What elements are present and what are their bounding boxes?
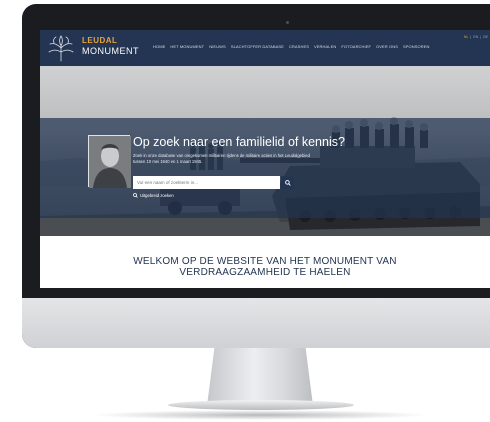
main-nav: HOME HET MONUMENT NIEUWS SLACHTOFFER DAT… xyxy=(153,44,429,49)
lang-de[interactable]: DE xyxy=(483,35,488,39)
lang-sep-1: | xyxy=(470,35,472,39)
nav-item-slachtoffer-database[interactable]: SLACHTOFFER DATABASE xyxy=(231,44,284,49)
language-switcher: NL | EN | DE xyxy=(464,35,488,39)
nav-item-nieuws[interactable]: NIEUWS xyxy=(209,44,226,49)
logo-line-2: MONUMENT xyxy=(82,46,139,56)
nav-item-over-ons[interactable]: OVER ONS xyxy=(376,44,398,49)
monitor-shadow xyxy=(90,410,430,420)
advanced-search-link[interactable]: Uitgebreid zoeken xyxy=(133,193,174,198)
logo-line-1: LEUDAL xyxy=(82,36,118,45)
portrait-image xyxy=(89,136,131,188)
site-header: LEUDAL MONUMENT HOME HET MONUMENT NIEUWS… xyxy=(40,30,490,66)
logo[interactable]: LEUDAL MONUMENT xyxy=(82,36,139,57)
search-button[interactable] xyxy=(281,176,294,189)
hero-subtitle: Zoek in onze database van omgekomen mili… xyxy=(133,153,310,164)
lang-nl[interactable]: NL xyxy=(464,35,468,39)
advanced-search-label: Uitgebreid zoeken xyxy=(140,193,174,198)
welcome-line-1: WELKOM OP DE WEBSITE VAN HET MONUMENT VA… xyxy=(133,256,397,267)
website-screen: LEUDAL MONUMENT HOME HET MONUMENT NIEUWS… xyxy=(40,30,490,288)
search-input[interactable] xyxy=(133,176,280,189)
nav-item-fotoarchief[interactable]: FOTOARCHIEF xyxy=(341,44,371,49)
tree-logo-icon[interactable] xyxy=(46,34,76,62)
search-icon xyxy=(133,193,138,198)
lang-en[interactable]: EN xyxy=(473,35,478,39)
camera-dot xyxy=(286,21,289,24)
nav-item-het-monument[interactable]: HET MONUMENT xyxy=(170,44,204,49)
hero-title: Op zoek naar een familielid of kennis? xyxy=(133,135,345,149)
lang-sep-2: | xyxy=(480,35,482,39)
nav-item-home[interactable]: HOME xyxy=(153,44,165,49)
nav-item-sponsoren[interactable]: SPONSOREN xyxy=(403,44,429,49)
nav-item-verhalen[interactable]: VERHALEN xyxy=(314,44,336,49)
nav-item-crashes[interactable]: CRASHES xyxy=(289,44,309,49)
soldier-portrait xyxy=(88,135,131,188)
monitor-stand xyxy=(207,348,313,404)
welcome-heading: WELKOM OP DE WEBSITE VAN HET MONUMENT VA… xyxy=(40,256,490,278)
welcome-line-2: VERDRAAGZAAMHEID TE HAELEN xyxy=(179,267,351,278)
monitor-chin xyxy=(22,298,490,348)
monitor-base xyxy=(168,400,354,410)
search-icon xyxy=(284,179,291,186)
